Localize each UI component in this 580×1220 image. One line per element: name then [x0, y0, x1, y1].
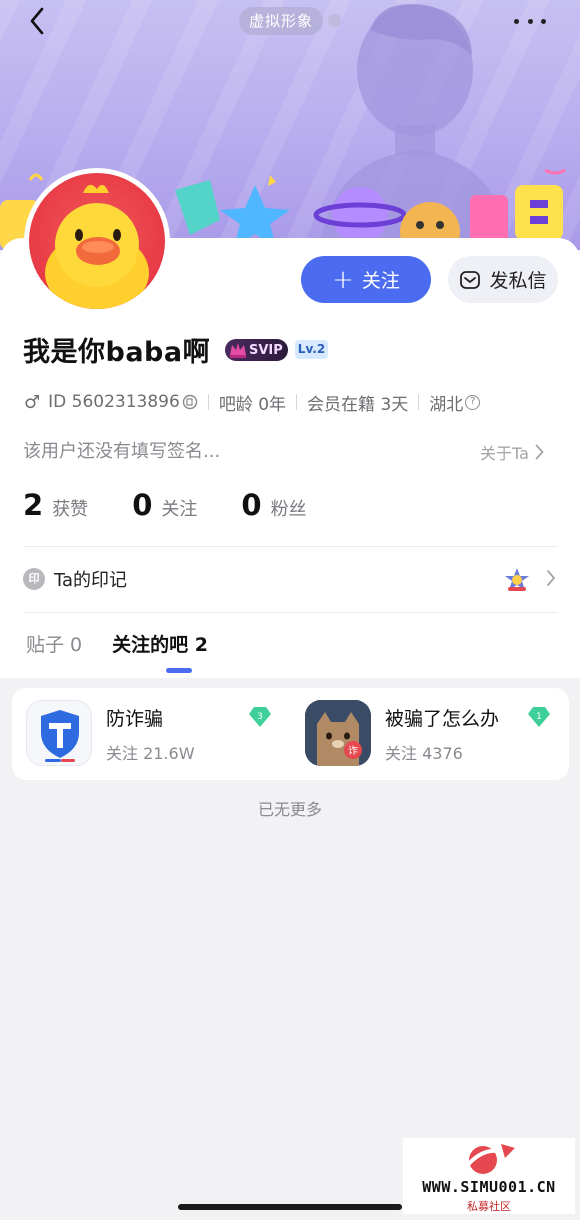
forum-logo: [26, 700, 92, 766]
stat-following[interactable]: 0 关注: [132, 488, 197, 522]
followed-bars-card: 防诈骗 关注 21.6W 3 诈 被骗了怎么办 关注 4376 1: [12, 688, 569, 780]
profile-tabs: 贴子 0 关注的吧 2: [26, 630, 208, 657]
stat-label: 粉丝: [270, 499, 307, 520]
plus-icon: +: [332, 264, 354, 295]
forum-name: 被骗了怎么办: [385, 708, 500, 730]
meta-divider: [207, 394, 209, 410]
tab-posts[interactable]: 贴子 0: [26, 630, 82, 657]
follow-button[interactable]: + 关注: [301, 256, 431, 303]
watermark-logo: [463, 1144, 515, 1174]
forum-item[interactable]: 防诈骗 关注 21.6W 3: [26, 700, 288, 768]
help-icon[interactable]: ?: [465, 394, 481, 410]
shield-icon: [41, 710, 79, 762]
forum-followers: 关注 4376: [385, 744, 463, 763]
imprint-label: Ta的印记: [54, 570, 128, 591]
svg-text:诈: 诈: [348, 745, 358, 757]
level-gem-icon: 3: [249, 707, 271, 727]
member-duration: 会员在籍 3天: [307, 394, 409, 415]
copy-icon[interactable]: [182, 394, 198, 410]
no-more-text: 已无更多: [257, 800, 322, 819]
svip-badge[interactable]: SVIP: [225, 339, 288, 361]
stat-number: 0: [241, 488, 262, 522]
mail-icon: [460, 270, 481, 289]
stats-row: 2 获赞 0 关注 0 粉丝: [23, 488, 351, 522]
chevron-right-icon: [535, 444, 544, 460]
virtual-avatar-tag[interactable]: 虚拟形象: [239, 7, 324, 35]
active-tab-indicator: [166, 668, 192, 673]
site-watermark: WWW.SIMU001.CN 私募社区: [403, 1138, 575, 1214]
stat-label: 关注: [161, 499, 198, 520]
gem-level: 3: [257, 712, 263, 722]
level-gem-icon: 1: [528, 707, 550, 727]
top-bar: 虚拟形象: [0, 0, 580, 44]
duck-avatar-image: [29, 173, 165, 309]
imprint-row[interactable]: 印 Ta的印记: [23, 564, 558, 594]
avatar[interactable]: [24, 168, 170, 314]
stat-fans[interactable]: 0 粉丝: [241, 488, 306, 522]
tab-followed-bars[interactable]: 关注的吧 2: [112, 630, 208, 657]
watermark-site: WWW.SIMU001.CN: [422, 1178, 556, 1196]
back-button[interactable]: [22, 4, 52, 38]
meta-divider: [418, 394, 420, 410]
bar-age: 吧龄 0年: [218, 394, 287, 415]
follow-label: 关注: [361, 270, 400, 292]
about-label: 关于Ta: [480, 444, 529, 463]
cat-icon: 诈: [305, 700, 371, 766]
forum-item[interactable]: 诈 被骗了怎么办 关注 4376 1: [305, 700, 567, 768]
gem-level: 1: [536, 712, 542, 722]
more-dot-icon: [541, 18, 546, 24]
stat-number: 2: [23, 488, 44, 522]
more-options-button[interactable]: [510, 8, 550, 34]
username: 我是你baba啊: [23, 337, 211, 368]
meta-divider: [296, 394, 298, 410]
forum-followers: 关注 21.6W: [106, 744, 195, 763]
svip-label: SVIP: [249, 342, 283, 358]
male-icon: ♂: [24, 391, 41, 413]
level-badge[interactable]: Lv.2: [295, 340, 328, 359]
location: 湖北: [429, 394, 464, 415]
section-divider: [23, 612, 558, 613]
profile-meta-row: ♂ ID 5602313896 吧龄 0年 会员在籍 3天 湖北 ?: [24, 390, 481, 415]
chevron-left-icon: [30, 7, 44, 35]
dm-label: 发私信: [489, 270, 547, 292]
user-id: ID 5602313896: [48, 392, 180, 412]
section-divider: [23, 546, 558, 547]
forum-logo: 诈: [305, 700, 371, 766]
stat-likes[interactable]: 2 获赞: [23, 488, 88, 522]
forum-name: 防诈骗: [106, 708, 164, 730]
more-dot-icon: [514, 18, 519, 24]
more-dot-icon: [527, 18, 533, 24]
stat-label: 获赞: [52, 499, 89, 520]
signature-text: 该用户还没有填写签名...: [23, 441, 221, 462]
home-indicator: [178, 1204, 402, 1210]
seal-icon: 印: [23, 568, 45, 590]
watermark-sub: 私募社区: [467, 1200, 511, 1213]
stat-number: 0: [132, 488, 153, 522]
direct-message-button[interactable]: 发私信: [448, 256, 558, 303]
duck-icon: [45, 184, 149, 309]
medal-icon: [505, 568, 529, 591]
crown-icon: [230, 343, 246, 358]
chevron-right-icon: [547, 570, 556, 586]
avatar-tag-dot: [328, 14, 341, 27]
about-link[interactable]: 关于Ta: [480, 440, 544, 464]
